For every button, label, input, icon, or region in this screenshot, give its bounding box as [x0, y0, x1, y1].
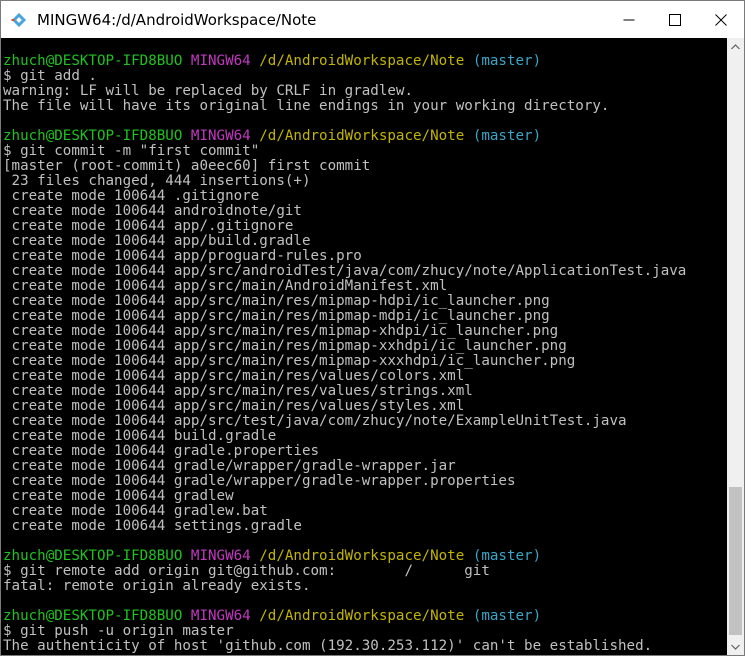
scroll-up-arrow-icon [731, 43, 740, 49]
output-line: $ git remote add origin git@github.com: … [3, 563, 490, 579]
maximize-icon [669, 13, 681, 26]
git-bash-diamond-icon [11, 12, 27, 27]
prompt-line: zhuch@DESKTOP-IFD8BUO MINGW64 /d/Android… [3, 549, 686, 564]
output-line: create mode 100644 gradle.properties [3, 443, 320, 459]
prompt-shell: MINGW64 [190, 608, 251, 624]
prompt-line: zhuch@DESKTOP-IFD8BUO MINGW64 /d/Android… [3, 609, 686, 624]
prompt-user-host: zhuch@DESKTOP-IFD8BUO [3, 548, 183, 564]
prompt-user-host: zhuch@DESKTOP-IFD8BUO [3, 53, 183, 69]
output-line: create mode 100644 app/src/main/res/mipm… [3, 338, 567, 354]
output-line: create mode 100644 .gitignore [3, 188, 260, 204]
output-line: create mode 100644 androidnote/git [3, 203, 302, 219]
output-line: create mode 100644 app/src/main/res/mipm… [3, 308, 550, 324]
scroll-down-button[interactable] [727, 638, 744, 655]
prompt-user-host: zhuch@DESKTOP-IFD8BUO [3, 608, 183, 624]
title-bar[interactable]: MINGW64:/d/AndroidWorkspace/Note [1, 1, 744, 38]
prompt-path: /d/AndroidWorkspace/Note [259, 548, 465, 564]
output-line: create mode 100644 app/src/main/res/valu… [3, 398, 465, 414]
output-line: create mode 100644 app/proguard-rules.pr… [3, 248, 362, 264]
prompt-path: /d/AndroidWorkspace/Note [259, 128, 465, 144]
scroll-up-button[interactable] [727, 38, 744, 55]
prompt-path: /d/AndroidWorkspace/Note [259, 53, 465, 69]
output-line: create mode 100644 app/src/main/res/mipm… [3, 353, 576, 369]
prompt-branch: (master) [472, 53, 542, 69]
terminal-lines: zhuch@DESKTOP-IFD8BUO MINGW64 /d/Android… [3, 54, 686, 654]
prompt-shell: MINGW64 [190, 548, 251, 564]
prompt-branch: (master) [472, 128, 542, 144]
output-line: create mode 100644 app/src/main/res/mipm… [3, 293, 550, 309]
output-line: create mode 100644 app/src/main/res/valu… [3, 368, 465, 384]
output-line: create mode 100644 gradle/wrapper/gradle… [3, 458, 456, 474]
output-line: [master (root-commit) a0eec60] first com… [3, 158, 371, 174]
maximize-button[interactable] [652, 1, 698, 38]
output-line: create mode 100644 app/build.gradle [3, 233, 311, 249]
prompt-path: /d/AndroidWorkspace/Note [259, 608, 465, 624]
close-icon [715, 13, 727, 26]
output-line: create mode 100644 gradle/wrapper/gradle… [3, 473, 516, 489]
prompt-branch: (master) [472, 548, 542, 564]
output-line: create mode 100644 app/.gitignore [3, 218, 294, 234]
output-line: create mode 100644 gradlew [3, 488, 234, 504]
output-line: create mode 100644 build.gradle [3, 428, 277, 444]
prompt-shell: MINGW64 [190, 53, 251, 69]
output-line: $ git push -u origin master [3, 623, 234, 639]
window-title: MINGW64:/d/AndroidWorkspace/Note [37, 10, 317, 29]
scrollbar-thumb[interactable] [729, 487, 742, 635]
prompt-line: zhuch@DESKTOP-IFD8BUO MINGW64 /d/Android… [3, 129, 686, 144]
minimize-button[interactable] [606, 1, 652, 38]
output-line: create mode 100644 app/src/main/res/mipm… [3, 323, 559, 339]
output-line: $ git commit -m "first commit" [3, 143, 260, 159]
prompt-user-host: zhuch@DESKTOP-IFD8BUO [3, 128, 183, 144]
minimize-icon [623, 19, 635, 20]
output-line: fatal: remote origin already exists. [3, 578, 311, 594]
window-controls [606, 1, 744, 38]
terminal-output[interactable]: zhuch@DESKTOP-IFD8BUO MINGW64 /d/Android… [1, 38, 727, 655]
output-line: The authenticity of host 'github.com (19… [3, 638, 653, 654]
close-button[interactable] [698, 1, 744, 38]
output-line: 23 files changed, 444 insertions(+) [3, 173, 311, 189]
prompt-branch: (master) [472, 608, 542, 624]
output-line: create mode 100644 settings.gradle [3, 518, 302, 534]
output-line: The file will have its original line end… [3, 98, 610, 114]
output-line: create mode 100644 app/src/main/res/valu… [3, 383, 473, 399]
prompt-shell: MINGW64 [190, 128, 251, 144]
output-line: warning: LF will be replaced by CRLF in … [3, 83, 413, 99]
prompt-line: zhuch@DESKTOP-IFD8BUO MINGW64 /d/Android… [3, 54, 686, 69]
output-line: create mode 100644 app/src/main/AndroidM… [3, 278, 448, 294]
output-line: create mode 100644 app/src/test/java/com… [3, 413, 627, 429]
vertical-scrollbar[interactable] [727, 38, 744, 655]
terminal-window: MINGW64:/d/AndroidWorkspace/Note zhuch@D… [0, 0, 745, 656]
scroll-down-arrow-icon [731, 644, 740, 650]
output-line: $ git add . [3, 68, 97, 84]
output-line: create mode 100644 gradlew.bat [3, 503, 268, 519]
output-line: create mode 100644 app/src/androidTest/j… [3, 263, 687, 279]
